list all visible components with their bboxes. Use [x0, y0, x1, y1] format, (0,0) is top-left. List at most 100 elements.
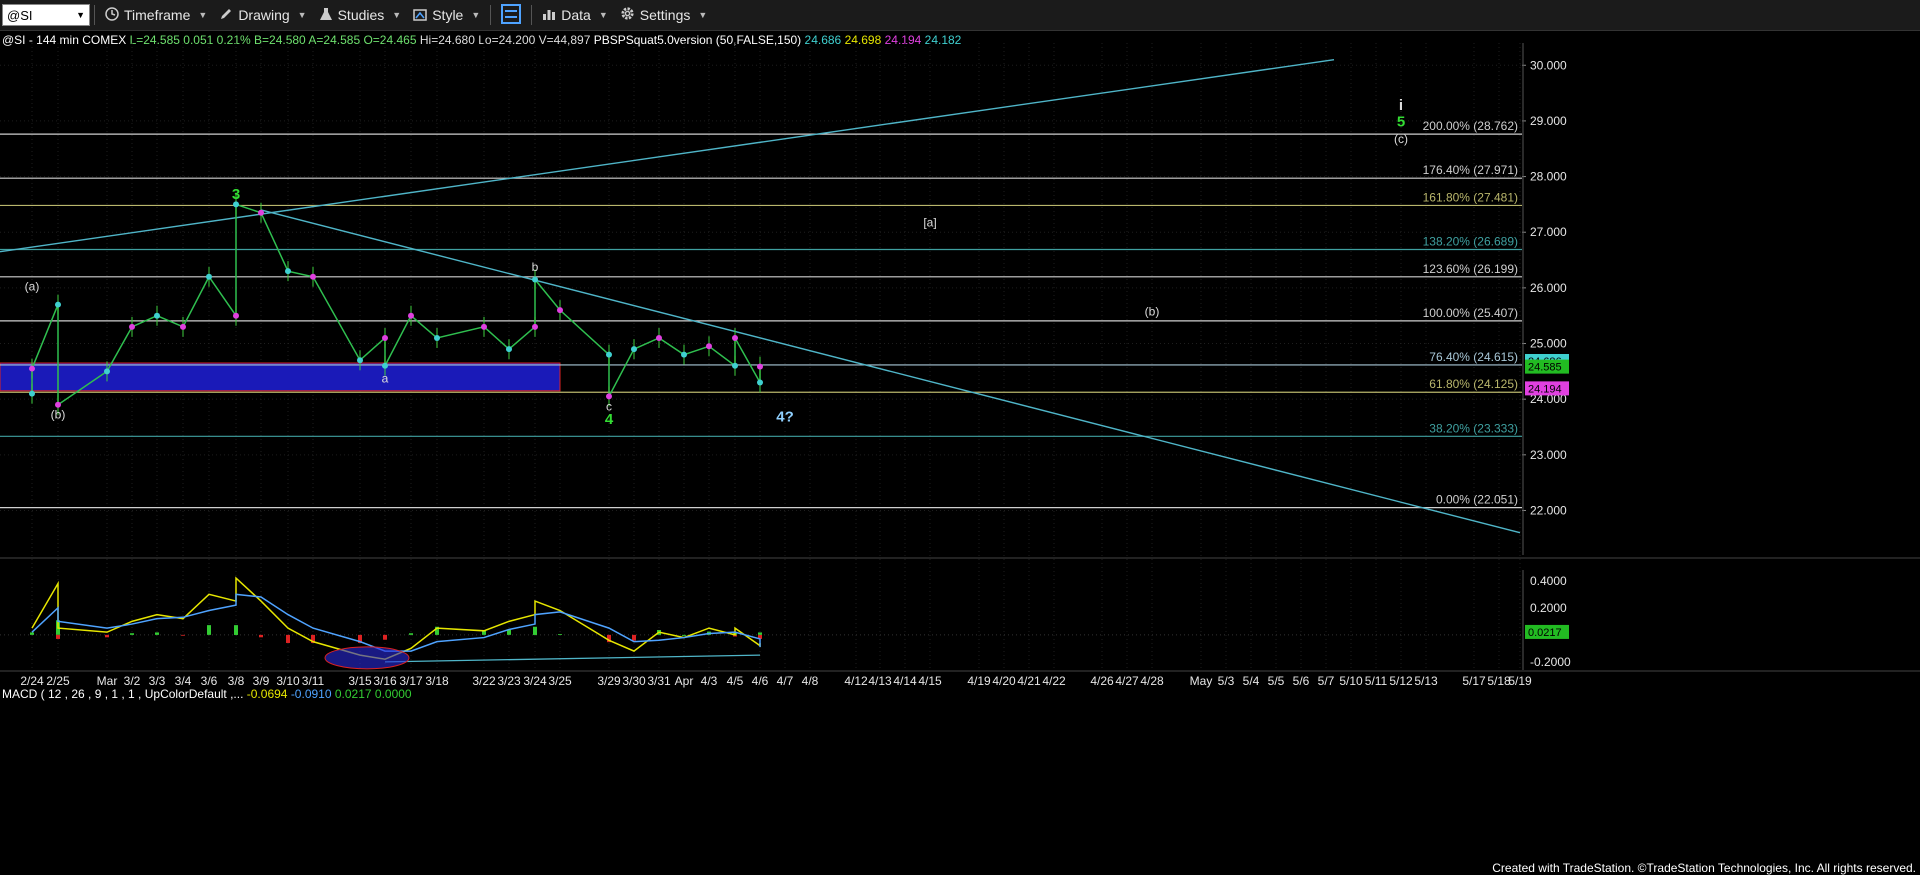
price-chart[interactable]: @SI - 144 min COMEX L=24.585 0.051 0.21%…	[0, 30, 1920, 875]
x-tick-label: 4/15	[918, 674, 942, 688]
quote-item: B=24.580	[254, 33, 308, 47]
price-tag-label: 24.585	[1528, 362, 1562, 374]
drawing-menu[interactable]: Drawing ▼	[213, 0, 312, 30]
macd-axis[interactable]: 0.4000 0.2000 -0.2000 0.0217	[1522, 570, 1571, 670]
fib-label: 176.40% (27.971)	[1423, 163, 1518, 177]
chevron-down-icon: ▼	[471, 10, 481, 20]
layout-button[interactable]	[495, 0, 527, 30]
macd-tag-label: 0.0217	[1528, 627, 1562, 639]
x-tick-label: 4/27	[1115, 674, 1139, 688]
x-tick-label: 4/22	[1042, 674, 1066, 688]
indicator-value: 24.698	[845, 33, 885, 47]
date-axis[interactable]: 2/24 2/25 Mar 3/2 3/3 3/4 3/6 3/8 3/9 3/10 3/11 3/1…	[0, 670, 1920, 688]
pivot-dot	[408, 312, 414, 319]
studies-menu[interactable]: Studies ▼	[313, 0, 408, 30]
x-tick-label: 3/4	[175, 674, 192, 688]
x-tick-label: 5/7	[1318, 674, 1335, 688]
x-tick-label: 3/16	[373, 674, 397, 688]
macd-series-line	[31, 576, 761, 660]
macd-tick-label: -0.2000	[1530, 655, 1571, 669]
x-tick-label: 4/28	[1140, 674, 1164, 688]
quote-item: 0.21%	[217, 33, 254, 47]
x-tick-label: 4/14	[893, 674, 917, 688]
style-menu[interactable]: Style ▼	[407, 0, 486, 30]
quote-item: L=24.585	[130, 33, 184, 47]
price-tick-label: 22.000	[1530, 503, 1567, 517]
pivot-dot	[29, 390, 35, 397]
pivot-dot	[285, 268, 291, 275]
indicator-value: 24.686	[805, 33, 845, 47]
quote-item: O=24.465	[363, 33, 419, 47]
histogram-bar	[234, 625, 238, 635]
pivot-dot	[706, 343, 712, 350]
quote-item: V=44,897	[539, 33, 594, 47]
wave-label: i	[1399, 97, 1403, 114]
indicator-value: 24.194	[885, 33, 925, 47]
x-tick-label: 5/13	[1414, 674, 1438, 688]
x-tick-label: 3/22	[472, 674, 496, 688]
pivot-dot	[757, 379, 763, 386]
pivot-dot	[506, 346, 512, 353]
histogram-bar	[56, 634, 60, 639]
x-tick-label: 4/19	[967, 674, 991, 688]
x-tick-label: 3/29	[597, 674, 621, 688]
x-tick-label: 4/13	[868, 674, 892, 688]
fib-label: 161.80% (27.481)	[1423, 190, 1518, 204]
x-tick-label: 3/23	[497, 674, 521, 688]
chevron-down-icon: ▼	[76, 10, 85, 20]
macd-histogram	[30, 620, 762, 643]
price-axis[interactable]: 30.00029.00028.00027.00026.00025.00024.0…	[1522, 43, 1569, 555]
macd-tick-label: 0.4000	[1530, 574, 1567, 588]
x-tick-label: 4/12	[844, 674, 868, 688]
histogram-bar	[383, 634, 387, 640]
chevron-down-icon: ▼	[198, 10, 208, 20]
chevron-down-icon: ▼	[392, 10, 402, 20]
wave-label: b	[532, 260, 539, 274]
pencil-icon	[219, 7, 233, 24]
indicator-value: 24.182	[925, 33, 962, 47]
settings-menu[interactable]: Settings ▼	[614, 0, 714, 30]
symbol-selector[interactable]: @SI ▼	[2, 4, 90, 26]
pivot-dot	[732, 334, 738, 341]
x-tick-label: 2/24	[20, 674, 44, 688]
pivot-dot	[532, 323, 538, 330]
drawing-label: Drawing	[238, 7, 290, 23]
pivot-dot	[258, 209, 264, 216]
wave-label: [a]	[923, 216, 936, 230]
timeframe-menu[interactable]: Timeframe ▼	[99, 0, 213, 30]
price-grid	[0, 43, 1522, 670]
wave-label: 4	[605, 411, 614, 428]
x-tick-label: 3/10	[276, 674, 300, 688]
fib-label: 138.20% (26.689)	[1423, 235, 1518, 249]
wave-label: a	[382, 371, 389, 385]
x-tick-label: 4/20	[992, 674, 1016, 688]
wave-label: (b)	[51, 408, 66, 422]
histogram-bar	[155, 632, 159, 635]
price-tick-label: 26.000	[1530, 281, 1567, 295]
chevron-down-icon: ▼	[598, 10, 608, 20]
x-tick-label: 3/31	[647, 674, 671, 688]
wave-label: 4?	[776, 408, 794, 425]
pivot-dot	[29, 365, 35, 372]
separator	[490, 5, 492, 25]
x-tick-label: 4/8	[802, 674, 819, 688]
pivot-dot	[631, 346, 637, 353]
studies-label: Studies	[337, 7, 385, 23]
pivot-dot	[606, 351, 612, 358]
footer-credit: Created with TradeStation. ©TradeStation…	[1492, 861, 1916, 875]
data-menu[interactable]: Data ▼	[536, 0, 614, 30]
x-tick-label: 4/21	[1017, 674, 1041, 688]
pivot-dot	[382, 334, 388, 341]
macd-series-line	[31, 593, 761, 652]
pivot-dot	[757, 363, 763, 370]
pivot-dot	[104, 368, 110, 375]
x-tick-label: May	[1190, 674, 1213, 688]
fib-label: 61.80% (24.125)	[1429, 377, 1518, 391]
x-tick-label: 5/5	[1268, 674, 1285, 688]
x-tick-label: 5/17	[1462, 674, 1486, 688]
histogram-bar	[409, 633, 413, 635]
timeframe-label: Timeframe	[124, 7, 191, 23]
fib-label: 123.60% (26.199)	[1423, 262, 1518, 276]
pivot-dot	[129, 323, 135, 330]
style-icon	[413, 7, 427, 24]
